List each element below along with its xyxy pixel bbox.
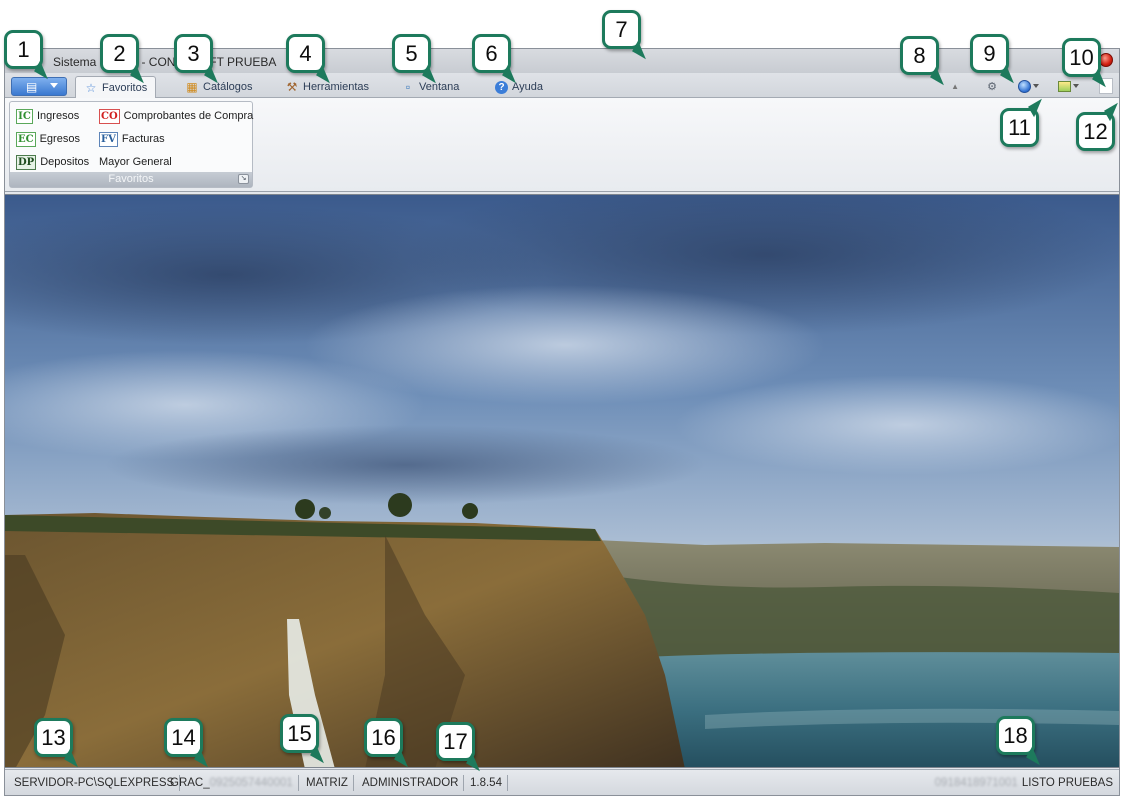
group-caption-label: Favoritos [108, 173, 154, 185]
status-company-blurred: 0925057440001 [209, 777, 293, 789]
callout-9: 9 [970, 34, 1009, 73]
tab-label: Herramientas [303, 81, 370, 93]
status-ruc-blurred: 0918418971001 [934, 777, 1018, 789]
minimize-ribbon-button[interactable]: ▲ [951, 78, 959, 94]
callout-1: 1 [4, 30, 43, 69]
application-window: Sistema LSOFT - CONTOSOFT PRUEBA ▤ ☆ Fav… [4, 48, 1120, 796]
ribbon-group-caption: Favoritos ↘ [10, 172, 252, 187]
status-environment: 0918418971001 LISTO PRUEBAS [935, 775, 1113, 791]
ingresos-icon: IC [16, 108, 33, 124]
gear-icon: ⚙ [987, 80, 997, 93]
callout-4: 4 [286, 34, 325, 73]
application-menu-icon: ▤ [26, 80, 38, 94]
callout-3: 3 [174, 34, 213, 73]
style-menu-button[interactable] [1018, 78, 1039, 94]
callout-8: 8 [900, 36, 939, 75]
tab-label: Favoritos [102, 82, 148, 94]
ribbon-item-depositos[interactable]: DP Depositos [16, 153, 89, 171]
callout-16: 16 [364, 718, 403, 757]
image-icon [1058, 80, 1071, 92]
status-bar: SERVIDOR-PC\SQLEXPRESS GRAC_092505744000… [5, 769, 1119, 795]
callout-18: 18 [996, 716, 1035, 755]
ribbon-item-label: Facturas [121, 133, 165, 145]
callout-10: 10 [1062, 38, 1101, 77]
ribbon-item-label: Mayor General [99, 156, 172, 168]
status-server: SERVIDOR-PC\SQLEXPRESS [9, 775, 181, 791]
chevron-down-icon [1073, 84, 1079, 88]
background-image-button[interactable] [1058, 78, 1079, 94]
ribbon-panel: IC Ingresos CO Comprobantes de Compra EC… [5, 98, 1119, 192]
ribbon-item-label: Comprobantes de Compra [123, 110, 254, 122]
callout-6: 6 [472, 34, 511, 73]
chevron-down-icon [1033, 84, 1039, 88]
callout-14: 14 [164, 718, 203, 757]
status-company: GRAC_0925057440001 [165, 775, 299, 791]
window-icon: ▫ [405, 80, 411, 94]
status-user: ADMINISTRADOR [357, 775, 465, 791]
close-window-button[interactable] [1099, 53, 1113, 67]
ribbon-item-label: Depositos [40, 156, 90, 168]
ribbon-item-mayor-general[interactable]: Mayor General [99, 153, 172, 171]
status-version: 1.8.54 [465, 775, 508, 791]
callout-11: 11 [1000, 108, 1039, 147]
callout-2: 2 [100, 34, 139, 73]
star-icon: ☆ [85, 81, 97, 95]
tab-ayuda[interactable]: ? Ayuda [487, 76, 551, 98]
callout-15: 15 [280, 714, 319, 753]
depositos-icon: DP [16, 154, 37, 170]
callout-12: 12 [1076, 112, 1115, 151]
chevron-down-icon [50, 83, 58, 88]
status-company-prefix: GRAC_ [170, 777, 210, 789]
window-title: Sistema LSOFT - CONTOSOFT PRUEBA [53, 55, 277, 69]
landscape-wallpaper-image [5, 195, 1119, 767]
ribbon-item-label: Egresos [39, 133, 80, 145]
ribbon-item-label: Ingresos [37, 110, 80, 122]
ribbon-item-egresos[interactable]: EC Egresos [16, 130, 80, 148]
group-launcher-button[interactable]: ↘ [238, 174, 249, 184]
status-environment-label: LISTO PRUEBAS [1021, 777, 1113, 789]
ribbon-item-comprobantes[interactable]: CO Comprobantes de Compra [99, 107, 253, 125]
comprobantes-icon: CO [99, 108, 120, 124]
callout-17: 17 [436, 722, 475, 761]
tools-icon: ⚒ [286, 80, 298, 94]
status-branch: MATRIZ [301, 775, 354, 791]
catalog-icon: ▦ [186, 80, 198, 94]
desktop-background [5, 194, 1119, 768]
callout-7: 7 [602, 10, 641, 49]
facturas-icon: FV [99, 131, 118, 147]
help-icon: ? [495, 80, 508, 94]
tab-label: Ventana [419, 81, 460, 93]
globe-icon [1018, 79, 1031, 93]
tab-label: Ayuda [512, 81, 543, 93]
application-menu-button[interactable]: ▤ [11, 77, 67, 96]
ribbon-item-facturas[interactable]: FV Facturas [99, 130, 165, 148]
egresos-icon: EC [16, 131, 36, 147]
title-bar[interactable]: Sistema LSOFT - CONTOSOFT PRUEBA [5, 49, 1119, 73]
callout-13: 13 [34, 718, 73, 757]
settings-button[interactable]: ⚙ [987, 78, 997, 94]
ribbon-group-favoritos: IC Ingresos CO Comprobantes de Compra EC… [9, 101, 253, 188]
callout-5: 5 [392, 34, 431, 73]
tab-label: Catálogos [203, 81, 253, 93]
ribbon-item-ingresos[interactable]: IC Ingresos [16, 107, 79, 125]
